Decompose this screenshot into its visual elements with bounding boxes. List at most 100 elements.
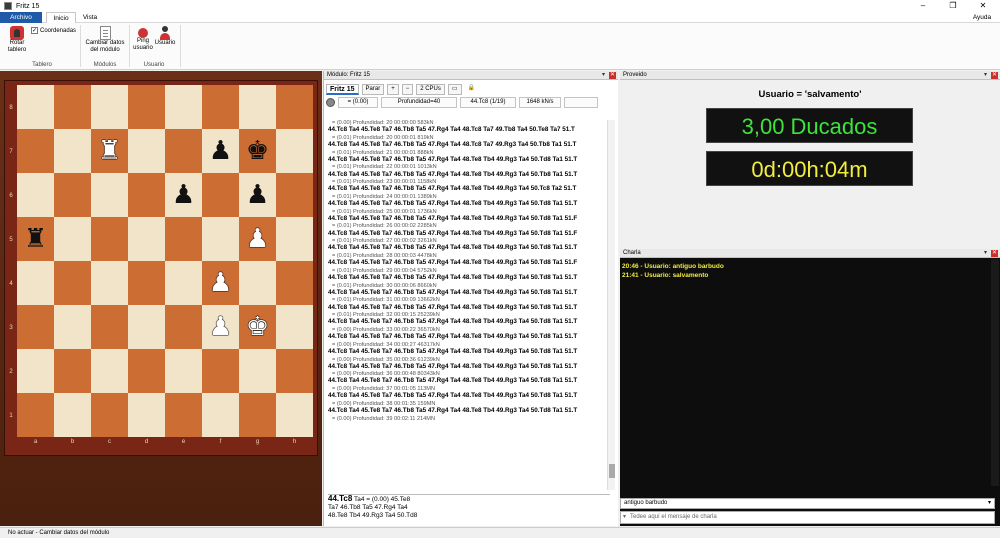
square-e8[interactable] [165,85,202,129]
square-b5[interactable] [54,217,91,261]
square-d1[interactable] [128,393,165,437]
chat-scrollbar[interactable] [991,259,999,486]
square-c6[interactable] [91,173,128,217]
square-h6[interactable] [276,173,313,217]
square-c5[interactable] [91,217,128,261]
chess-piece-g6[interactable]: ♟ [246,182,269,208]
square-c4[interactable] [91,261,128,305]
analysis-line[interactable]: 44.Tc8 Ta4 45.Te8 Ta7 46.Tb8 Ta5 47.Rg4 … [328,407,606,416]
analysis-list[interactable]: = (0.00) Profundidad: 20 00:00:00 583kN 4… [328,120,606,492]
close-button[interactable]: ✕ [972,0,994,12]
square-e1[interactable] [165,393,202,437]
square-b7[interactable] [54,129,91,173]
monitor-icon[interactable]: ▭ [447,83,462,95]
pane-minimize-icon[interactable]: ▾ [600,72,607,79]
maximize-button[interactable]: ❐ [942,0,964,12]
square-d2[interactable] [128,349,165,393]
analysis-line[interactable]: 44.Tc8 Ta4 45.Te8 Ta7 46.Tb8 Ta5 47.Rg4 … [328,215,606,224]
square-f6[interactable] [202,173,239,217]
square-b2[interactable] [54,349,91,393]
tab-ayuda[interactable]: Ayuda [970,12,994,23]
square-g4[interactable] [239,261,276,305]
chess-piece-g3[interactable]: ♚ [246,314,269,340]
chess-piece-c7[interactable]: ♜ [98,138,121,164]
square-f2[interactable] [202,349,239,393]
square-b3[interactable] [54,305,91,349]
chess-piece-g7[interactable]: ♚ [246,138,269,164]
square-g6[interactable]: ♟ [239,173,276,217]
square-f4[interactable]: ♟ [202,261,239,305]
analysis-line[interactable]: 44.Tc8 Ta4 45.Te8 Ta7 46.Tb8 Ta5 47.Rg4 … [328,333,606,342]
cpus-button[interactable]: 2 CPUs [416,83,445,95]
chat-message-input[interactable]: ▾ Tedee aquí el mensaje de charla [620,511,995,524]
engine-name-tab[interactable]: Fritz 15 [326,83,359,95]
chess-piece-e6[interactable]: ♟ [172,182,195,208]
chess-board[interactable]: ♜ ♟ ♚ ♟ ♟ ♜ ♟ ♟ ♟ ♚ [17,85,313,437]
minimize-button[interactable]: – [912,0,934,12]
square-h4[interactable] [276,261,313,305]
analysis-line[interactable]: 44.Tc8 Ta4 45.Te8 Ta7 46.Tb8 Ta5 47.Rg4 … [328,244,606,253]
analysis-line[interactable]: 44.Tc8 Ta4 45.Te8 Ta7 46.Tb8 Ta5 47.Rg4 … [328,141,606,150]
analysis-line[interactable]: 44.Tc8 Ta4 45.Te8 Ta7 46.Tb8 Ta5 47.Rg4 … [328,318,606,327]
square-f5[interactable] [202,217,239,261]
square-d6[interactable] [128,173,165,217]
square-b6[interactable] [54,173,91,217]
pane-close-icon[interactable]: ✕ [609,72,616,79]
rotate-board-button[interactable]: Rotar tablero [4,26,30,54]
change-engine-data-button[interactable]: Cambiar datos del módulo [84,26,126,54]
square-h3[interactable] [276,305,313,349]
square-b8[interactable] [54,85,91,129]
analysis-line[interactable]: 44.Tc8 Ta4 45.Te8 Ta7 46.Tb8 Ta5 47.Rg4 … [328,377,606,386]
tab-archivo[interactable]: Archivo [0,12,42,23]
analysis-line[interactable]: 44.Tc8 Ta4 45.Te8 Ta7 46.Tb8 Ta5 47.Rg4 … [328,348,606,357]
add-line-button[interactable]: + [387,83,399,95]
chess-piece-a5[interactable]: ♜ [24,226,47,252]
pane-minimize-icon[interactable]: ▾ [982,72,989,79]
ping-user-button[interactable]: Ping usuario [132,26,154,52]
square-a6[interactable] [17,173,54,217]
analysis-line[interactable]: 44.Tc8 Ta4 45.Te8 Ta7 46.Tb8 Ta5 47.Rg4 … [328,185,606,194]
tab-inicio[interactable]: Inicio [46,12,76,23]
chess-piece-g5[interactable]: ♟ [246,226,269,252]
analysis-line[interactable]: 44.Tc8 Ta4 45.Te8 Ta7 46.Tb8 Ta5 47.Rg4 … [328,171,606,180]
square-e7[interactable] [165,129,202,173]
remove-line-button[interactable]: − [401,83,414,95]
analysis-line[interactable]: 44.Tc8 Ta4 45.Te8 Ta7 46.Tb8 Ta5 47.Rg4 … [328,304,606,313]
analysis-line[interactable]: 44.Tc8 Ta4 45.Te8 Ta7 46.Tb8 Ta5 47.Rg4 … [328,230,606,239]
square-c8[interactable] [91,85,128,129]
engine-scroll-thumb[interactable] [609,464,615,478]
analysis-line[interactable]: 44.Tc8 Ta4 45.Te8 Ta7 46.Tb8 Ta5 47.Rg4 … [328,274,606,283]
square-a2[interactable] [17,349,54,393]
square-b1[interactable] [54,393,91,437]
square-g5[interactable]: ♟ [239,217,276,261]
square-f3[interactable]: ♟ [202,305,239,349]
analysis-line[interactable]: 44.Tc8 Ta4 45.Te8 Ta7 46.Tb8 Ta5 47.Rg4 … [328,392,606,401]
square-f8[interactable] [202,85,239,129]
square-g7[interactable]: ♚ [239,129,276,173]
square-a1[interactable] [17,393,54,437]
square-h1[interactable] [276,393,313,437]
square-g1[interactable] [239,393,276,437]
coordinates-checkbox[interactable]: ✓ Coordenadas [31,27,76,34]
square-b4[interactable] [54,261,91,305]
square-e3[interactable] [165,305,202,349]
square-e2[interactable] [165,349,202,393]
analysis-line[interactable]: 44.Tc8 Ta4 45.Te8 Ta7 46.Tb8 Ta5 47.Rg4 … [328,363,606,372]
square-h7[interactable] [276,129,313,173]
square-a8[interactable] [17,85,54,129]
square-g2[interactable] [239,349,276,393]
analysis-line[interactable]: 44.Tc8 Ta4 45.Te8 Ta7 46.Tb8 Ta5 47.Rg4 … [328,156,606,165]
pane-close-icon[interactable]: ✕ [991,72,998,79]
square-d8[interactable] [128,85,165,129]
chess-piece-f4[interactable]: ♟ [209,270,232,296]
stop-button[interactable]: Parar [361,83,385,95]
square-a4[interactable] [17,261,54,305]
square-a5[interactable]: ♜ [17,217,54,261]
engine-scrollbar[interactable] [607,120,615,490]
chess-piece-f3[interactable]: ♟ [209,314,232,340]
square-e6[interactable]: ♟ [165,173,202,217]
analysis-line[interactable]: 44.Tc8 Ta4 45.Te8 Ta7 46.Tb8 Ta5 47.Rg4 … [328,200,606,209]
square-d3[interactable] [128,305,165,349]
square-h8[interactable] [276,85,313,129]
square-f1[interactable] [202,393,239,437]
